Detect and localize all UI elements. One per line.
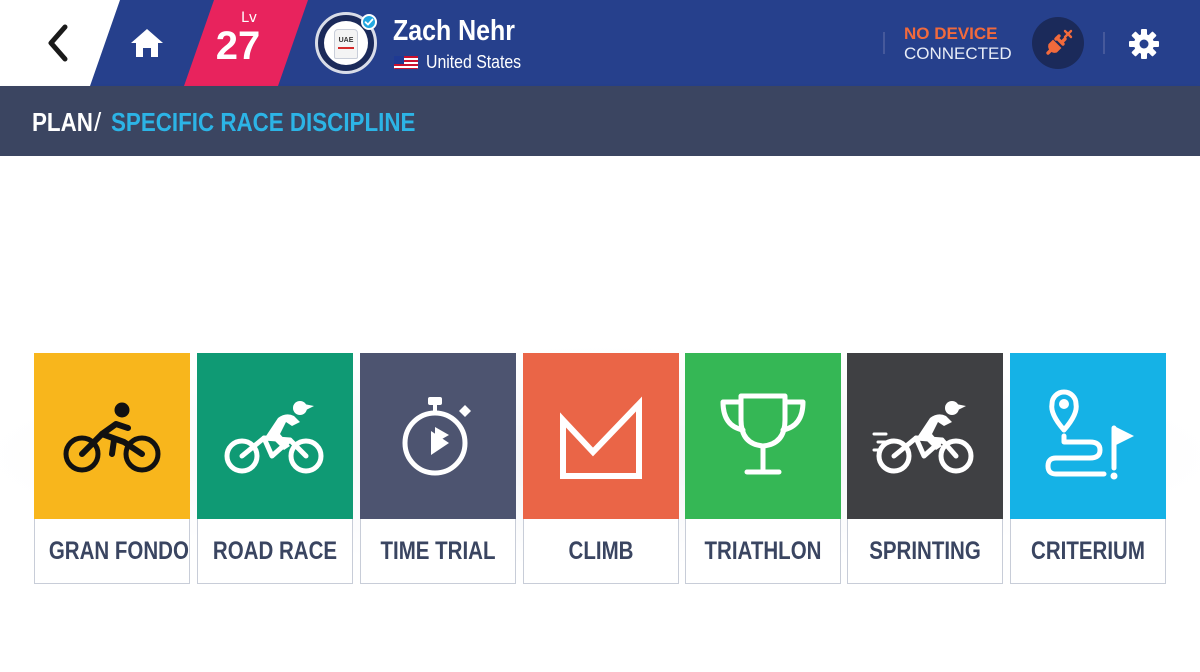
device-status-warning: NO DEVICE: [904, 24, 998, 43]
discipline-card-sprinting[interactable]: SPRINTING: [847, 353, 1003, 584]
discipline-label: ROAD RACE: [212, 537, 338, 565]
card-label-area: TRIATHLON: [685, 519, 841, 584]
card-label-area: TIME TRIAL: [360, 519, 516, 584]
card-icon-area: [685, 353, 841, 519]
mountain-climb-icon: [560, 396, 642, 479]
discipline-list: GRAN FONDO ROAD RACE TIME TRIAL CLIMB TR…: [34, 353, 1168, 584]
discipline-card-road-race[interactable]: ROAD RACE: [197, 353, 353, 584]
card-label-area: ROAD RACE: [197, 519, 353, 584]
cyclist-icon: [63, 402, 161, 473]
discipline-label: TRIATHLON: [704, 537, 822, 565]
card-icon-area: [34, 353, 190, 519]
level-number: 27: [215, 24, 261, 68]
discipline-label: SPRINTING: [869, 537, 981, 565]
card-icon-area: [1010, 353, 1166, 519]
settings-button[interactable]: [1124, 24, 1164, 64]
card-icon-area: [847, 353, 1003, 519]
home-icon: [131, 29, 163, 57]
card-icon-area: [523, 353, 679, 519]
discipline-label: GRAN FONDO: [48, 537, 189, 565]
breadcrumb: PLAN / SPECIFIC RACE DISCIPLINE: [0, 86, 1200, 156]
user-name: Zach Nehr: [393, 15, 515, 47]
trophy-icon: [720, 393, 806, 475]
home-button[interactable]: [124, 20, 170, 66]
device-pairing-button[interactable]: [1032, 17, 1084, 69]
country-label: United States: [426, 52, 522, 72]
route-flag-icon: [1045, 389, 1134, 480]
discipline-label: TIME TRIAL: [380, 537, 496, 565]
breadcrumb-current: SPECIFIC RACE DISCIPLINE: [111, 107, 416, 137]
card-label-area: CRITERIUM: [1010, 519, 1166, 584]
verified-check-icon: [361, 14, 377, 30]
jersey-band: [338, 47, 354, 49]
jersey-icon: UAE: [334, 29, 358, 59]
device-status-detail: CONNECTED: [904, 44, 1012, 63]
plug-disconnected-icon: [1046, 29, 1073, 55]
sprint-bike-icon: [872, 401, 974, 474]
top-bar: Lv 27 UAE Zach Nehr United States NO DEV…: [0, 0, 1200, 86]
stopwatch-icon: [402, 397, 471, 476]
gear-icon: [1129, 29, 1159, 59]
avatar-background: UAE: [324, 21, 368, 65]
device-status: NO DEVICE CONNECTED: [904, 24, 1012, 64]
discipline-card-criterium[interactable]: CRITERIUM: [1010, 353, 1166, 584]
discipline-label: CRITERIUM: [1031, 537, 1145, 565]
card-label-area: CLIMB: [523, 519, 679, 584]
discipline-card-climb[interactable]: CLIMB: [523, 353, 679, 584]
level-label: Lv: [240, 10, 258, 26]
breadcrumb-separator: /: [94, 107, 102, 137]
discipline-card-gran-fondo[interactable]: GRAN FONDO: [34, 353, 190, 584]
card-label-area: GRAN FONDO: [34, 519, 190, 584]
card-icon-area: [360, 353, 516, 519]
header-divider: [883, 32, 885, 54]
chevron-left-icon: [48, 24, 68, 62]
breadcrumb-plan[interactable]: PLAN: [32, 108, 93, 136]
discipline-card-triathlon[interactable]: TRIATHLON: [685, 353, 841, 584]
us-flag-icon: [394, 55, 418, 69]
discipline-label: CLIMB: [568, 537, 634, 565]
header-divider: [1103, 32, 1105, 54]
card-icon-area: [197, 353, 353, 519]
road-bike-icon: [224, 401, 324, 474]
back-button[interactable]: [30, 18, 86, 68]
jersey-text: UAE: [338, 37, 354, 44]
card-label-area: SPRINTING: [847, 519, 1003, 584]
discipline-card-time-trial[interactable]: TIME TRIAL: [360, 353, 516, 584]
